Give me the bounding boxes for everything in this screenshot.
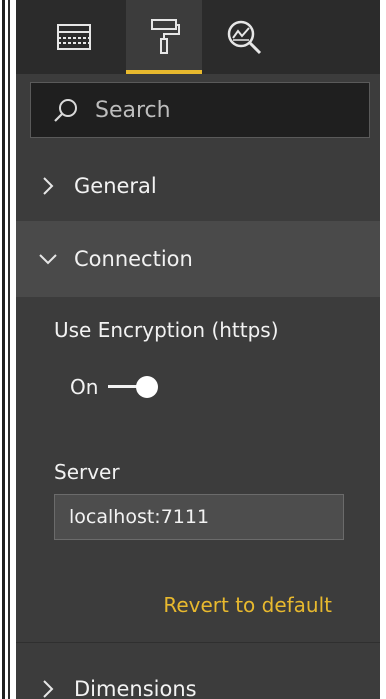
format-pane: General Connection Use Encryption (https… (16, 0, 380, 699)
toggle-switch[interactable] (108, 370, 159, 404)
section-connection-label: Connection (74, 247, 193, 271)
window-border (2, 0, 5, 699)
search-input[interactable] (93, 96, 347, 124)
active-tab-indicator (126, 70, 202, 74)
paint-roller-icon (151, 19, 180, 54)
chevron-right-icon (43, 680, 54, 698)
window-border-inner (8, 0, 10, 699)
server-input[interactable] (54, 494, 344, 540)
fields-grid-icon (57, 24, 91, 50)
section-dimensions[interactable]: Dimensions (16, 651, 380, 699)
tab-analytics[interactable] (206, 0, 282, 74)
section-dimensions-label: Dimensions (74, 677, 197, 699)
chevron-right-icon (43, 177, 54, 195)
section-divider (16, 642, 380, 643)
encryption-toggle[interactable]: On (70, 370, 159, 404)
toggle-knob[interactable] (136, 376, 159, 398)
tab-format[interactable] (126, 0, 202, 74)
search-box[interactable] (30, 82, 370, 138)
server-label: Server (54, 460, 120, 484)
pane-tab-bar (16, 0, 380, 74)
section-general-label: General (74, 174, 157, 198)
section-general[interactable]: General (16, 148, 380, 224)
tab-fields[interactable] (36, 0, 112, 74)
window-edge (380, 0, 386, 699)
analytics-magnifier-icon (227, 20, 262, 55)
toggle-state-label: On (70, 375, 99, 399)
format-pane-window: General Connection Use Encryption (https… (0, 0, 386, 699)
revert-to-default-link[interactable]: Revert to default (163, 593, 332, 617)
encryption-label: Use Encryption (https) (54, 318, 279, 342)
chevron-down-icon (39, 254, 57, 265)
section-connection[interactable]: Connection (16, 221, 380, 297)
search-icon (54, 99, 77, 122)
